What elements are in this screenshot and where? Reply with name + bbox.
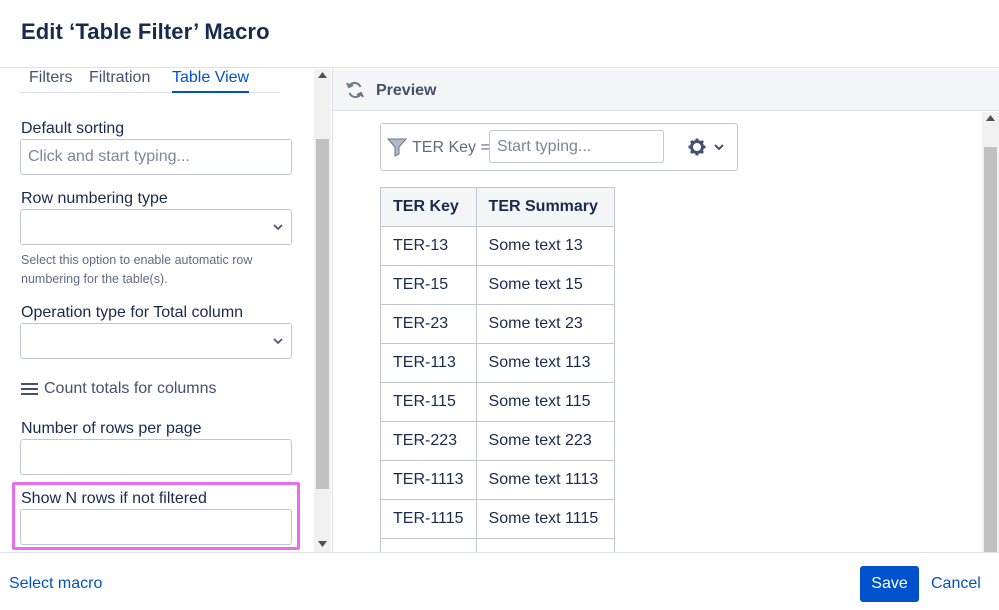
table-row: TER-1115 Some text 1115 [380,499,615,539]
left-scrollbar-thumb[interactable] [316,139,329,489]
operation-type-select[interactable] [20,323,292,359]
table-row: TER-113 Some text 113 [380,343,615,383]
chevron-down-icon[interactable] [713,141,725,153]
tab-filtration[interactable]: Filtration [89,69,150,93]
left-scrollbar[interactable] [314,69,331,552]
filter-label: TER Key = [412,139,490,156]
table-cell: TER-113 [380,343,477,383]
scroll-down-icon[interactable] [318,541,327,547]
gear-icon[interactable] [688,138,706,156]
table-row: TER-223 Some text 223 [380,421,615,461]
preview-title: Preview [376,82,437,99]
row-numbering-label: Row numbering type [21,190,168,207]
dialog-title: Edit ‘Table Filter’ Macro [21,19,270,44]
row-numbering-select[interactable] [20,209,292,245]
table-header-row: TER Key TER Summary [380,187,615,227]
table-row: TER-13 Some text 13 [380,226,615,266]
chevron-down-icon [273,338,283,345]
table-cell: Some text 1115 [475,499,615,539]
settings-panel: Filters Filtration Table View Default so… [0,69,314,552]
table-cell: Some text 23 [475,304,615,344]
table-row: TER-1113 Some text 1113 [380,460,615,500]
select-macro-link[interactable]: Select macro [9,575,102,593]
show-n-rows-input[interactable] [20,509,292,545]
table-row: TER-23 Some text 23 [380,304,615,344]
default-sorting-label: Default sorting [21,120,125,137]
rows-per-page-input[interactable] [20,439,292,475]
rows-per-page-label: Number of rows per page [21,420,202,437]
filter-icon [387,138,407,157]
tab-filters[interactable]: Filters [29,69,73,93]
chevron-down-icon [273,224,283,231]
table-cell: TER-15 [380,265,477,305]
scroll-up-icon[interactable] [318,72,327,78]
table-cell: Some text 1113 [475,460,615,500]
operation-type-label: Operation type for Total column [21,304,244,321]
table-cell: Some text 223 [475,421,615,461]
column-header[interactable]: TER Key [380,187,477,227]
scroll-up-icon[interactable] [986,115,995,121]
dialog-footer: Select macro Save Cancel [0,552,999,610]
table-row: TER-115 Some text 115 [380,382,615,422]
table-cell: TER-13 [380,226,477,266]
list-icon [21,383,38,395]
table-cell: TER-223 [380,421,477,461]
filter-bar: TER Key = [380,123,738,171]
refresh-icon[interactable] [345,80,365,100]
tab-bar: Filters Filtration Table View [20,69,280,93]
table-cell: TER-1113 [380,460,477,500]
save-button[interactable]: Save [860,566,919,602]
preview-header: Preview [333,69,999,111]
preview-scrollbar[interactable] [982,112,999,552]
cancel-button[interactable]: Cancel [931,575,981,593]
table-cell: TER-115 [380,382,477,422]
table-cell: TER-23 [380,304,477,344]
default-sorting-input[interactable] [20,139,292,175]
filter-input[interactable] [489,130,664,163]
table-cell: Some text 115 [475,382,615,422]
table-cell: Some text 15 [475,265,615,305]
column-header[interactable]: TER Summary [475,187,615,227]
tab-table-view[interactable]: Table View [172,69,250,93]
show-n-rows-label: Show N rows if not filtered [21,490,207,507]
count-totals-label: Count totals for columns [44,380,217,397]
preview-panel: Preview TER Key = TER Key TER Summary [332,69,999,578]
row-numbering-help: Select this option to enable automatic r… [21,253,253,286]
preview-table: TER Key TER Summary TER-13 Some text 13 T… [380,187,615,578]
dialog-header: Edit ‘Table Filter’ Macro [0,0,999,68]
table-row: TER-15 Some text 15 [380,265,615,305]
table-cell: TER-1115 [380,499,477,539]
preview-scrollbar-thumb[interactable] [984,147,997,552]
table-cell: Some text 13 [475,226,615,266]
table-cell: Some text 113 [475,343,615,383]
count-totals-toggle[interactable]: Count totals for columns [21,380,217,398]
